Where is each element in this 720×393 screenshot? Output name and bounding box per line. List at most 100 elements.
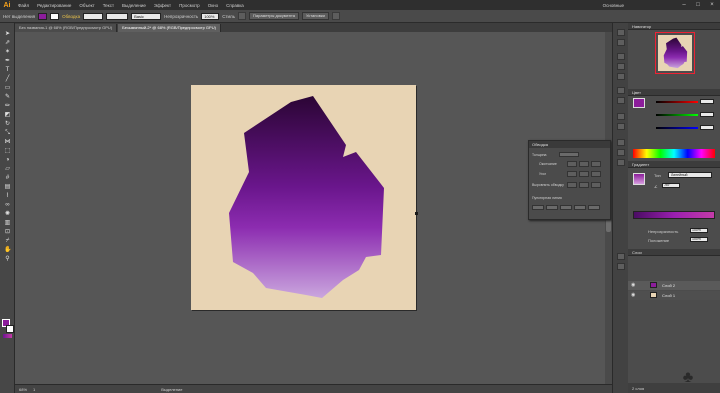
navigator-icon[interactable] <box>617 29 625 36</box>
align-center-button[interactable] <box>567 182 577 188</box>
line-tool-icon[interactable]: ╱ <box>4 76 11 82</box>
workspace-switcher[interactable]: Основные <box>603 3 624 8</box>
type-tool-icon[interactable]: T <box>4 67 11 73</box>
layer-name[interactable]: Слой 1 <box>662 293 675 298</box>
pencil-tool-icon[interactable]: ✏ <box>4 103 11 109</box>
zoom-level[interactable]: 68% <box>19 387 27 392</box>
graph-tool-icon[interactable]: ▥ <box>4 220 11 226</box>
navigator-panel-title[interactable]: Навигатор <box>628 23 720 30</box>
menu-file[interactable]: Файл <box>14 3 33 8</box>
gradient-shape[interactable] <box>191 85 416 310</box>
align-icon[interactable] <box>617 139 625 146</box>
gradient-panel-title[interactable]: Градиент <box>628 161 720 168</box>
zoom-tool-icon[interactable]: ⚲ <box>4 256 11 262</box>
square-cap-button[interactable] <box>591 161 601 167</box>
blue-slider[interactable] <box>656 127 698 129</box>
opacity-field[interactable]: 100% <box>201 12 220 20</box>
free-transform-tool-icon[interactable]: ⬚ <box>4 148 11 154</box>
direct-selection-tool-icon[interactable]: ⇗ <box>4 40 11 46</box>
align-inside-button[interactable] <box>579 182 589 188</box>
document-setup-button[interactable]: Параметры документа <box>249 12 299 20</box>
rectangle-tool-icon[interactable]: ▭ <box>4 85 11 91</box>
menu-type[interactable]: Текст <box>99 3 118 8</box>
mesh-tool-icon[interactable]: # <box>4 175 11 181</box>
eye-icon[interactable]: ◉ <box>631 292 635 298</box>
menu-edit[interactable]: Редактирование <box>33 3 75 8</box>
brushes-icon[interactable] <box>617 63 625 70</box>
preferences-button[interactable]: Установки <box>301 12 329 20</box>
stroke-icon[interactable] <box>617 123 625 130</box>
bevel-join-button[interactable] <box>591 171 601 177</box>
gradient-slider[interactable] <box>633 211 715 219</box>
pen-tool-icon[interactable]: ✒ <box>4 58 11 64</box>
graphic-styles-icon[interactable] <box>617 87 625 94</box>
stroke-swatch[interactable] <box>6 325 14 333</box>
tab-document-1[interactable]: Без названия-1 @ 68% (RGB/Предпросмотр G… <box>15 24 118 32</box>
menu-view[interactable]: Просмотр <box>175 3 204 8</box>
artboard[interactable] <box>191 85 416 310</box>
weight-field[interactable] <box>559 152 579 157</box>
perspective-tool-icon[interactable]: ▱ <box>4 166 11 172</box>
variable-width-field[interactable] <box>106 12 129 20</box>
layer-row[interactable]: ◉ Слой 2 <box>628 281 720 290</box>
eraser-tool-icon[interactable]: ◩ <box>4 112 11 118</box>
opacity-label[interactable]: Непрозрачность <box>164 14 198 19</box>
appearance-icon[interactable] <box>617 97 625 104</box>
round-join-button[interactable] <box>579 171 589 177</box>
minimize-button[interactable]: – <box>678 1 690 9</box>
transparency-icon[interactable] <box>617 113 625 120</box>
arrange-icon[interactable] <box>331 12 340 20</box>
green-slider[interactable] <box>656 114 698 116</box>
menu-window[interactable]: Окно <box>204 3 222 8</box>
tab-document-2[interactable]: Безымянный-2* @ 68% (RGB/Предпросмотр GP… <box>118 24 221 32</box>
dash-field-2[interactable] <box>560 205 572 210</box>
gradient-preview-swatch[interactable] <box>633 173 645 185</box>
gradient-location-field[interactable]: 100% <box>690 237 708 242</box>
shape-builder-tool-icon[interactable]: ◑ <box>4 157 11 163</box>
brush-field[interactable]: Basic <box>131 12 162 20</box>
artboards-icon[interactable] <box>617 263 625 270</box>
menu-object[interactable]: Объект <box>75 3 98 8</box>
gap-field-2[interactable] <box>574 205 586 210</box>
transform-icon[interactable] <box>617 149 625 156</box>
butt-cap-button[interactable] <box>567 161 577 167</box>
swatches-icon[interactable] <box>617 53 625 60</box>
pathfinder-icon[interactable] <box>617 159 625 166</box>
red-slider[interactable] <box>656 101 698 103</box>
artboard-number[interactable]: 1 <box>33 387 35 392</box>
layers-icon[interactable] <box>617 253 625 260</box>
selection-tool-icon[interactable]: ➤ <box>4 31 11 37</box>
fill-color-swatch[interactable] <box>38 12 48 20</box>
menu-select[interactable]: Выделение <box>118 3 150 8</box>
menu-help[interactable]: Справка <box>222 3 248 8</box>
info-icon[interactable] <box>617 39 625 46</box>
gradient-tool-icon[interactable]: ▤ <box>4 184 11 190</box>
dash-field-1[interactable] <box>532 205 544 210</box>
angle-field[interactable]: -90° <box>662 183 680 188</box>
rotate-tool-icon[interactable]: ↻ <box>4 121 11 127</box>
hand-tool-icon[interactable]: ✋ <box>4 247 11 253</box>
eyedropper-tool-icon[interactable]: ⌇ <box>4 193 11 199</box>
color-panel-title[interactable]: Цвет <box>628 89 720 96</box>
stroke-label[interactable]: Обводка <box>62 14 80 19</box>
slice-tool-icon[interactable]: ⌿ <box>4 238 11 244</box>
gradient-type-select[interactable]: Линейный <box>668 172 712 178</box>
gradient-mode-button[interactable] <box>3 334 12 338</box>
green-value[interactable] <box>700 112 714 117</box>
symbols-icon[interactable] <box>617 73 625 80</box>
gradient-opacity-field[interactable]: 100% <box>690 228 708 233</box>
blend-tool-icon[interactable]: ∞ <box>4 202 11 208</box>
miter-join-button[interactable] <box>567 171 577 177</box>
eye-icon[interactable]: ◉ <box>631 282 635 288</box>
artboard-tool-icon[interactable]: ⊡ <box>4 229 11 235</box>
maximize-button[interactable]: □ <box>692 1 704 9</box>
dash-field-3[interactable] <box>588 205 600 210</box>
symbol-sprayer-tool-icon[interactable]: ✺ <box>4 211 11 217</box>
layer-row[interactable]: ◉ Слой 1 <box>628 291 720 300</box>
stroke-weight-field[interactable] <box>83 12 104 20</box>
brush-tool-icon[interactable]: ✎ <box>4 94 11 100</box>
layers-panel-title[interactable]: Слои <box>628 249 720 256</box>
dashed-line-label[interactable]: Пунктирная линия <box>532 196 562 200</box>
stroke-color-swatch[interactable] <box>50 12 60 20</box>
close-button[interactable]: × <box>706 1 718 9</box>
